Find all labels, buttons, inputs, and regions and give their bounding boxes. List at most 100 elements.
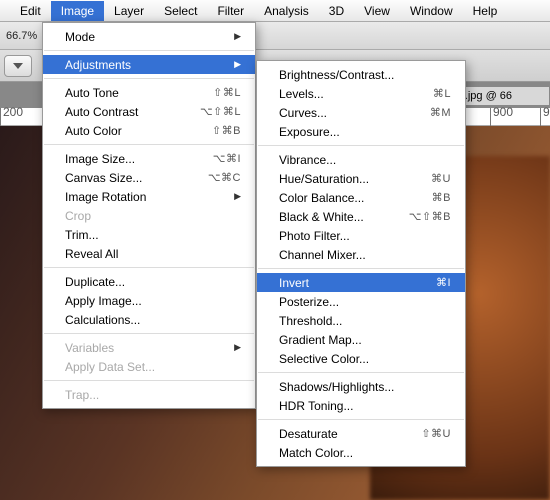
option-dropdown-button[interactable] bbox=[4, 55, 32, 77]
menu-item-label: Hue/Saturation... bbox=[279, 172, 407, 186]
menu-item-photo-filter[interactable]: Photo Filter... bbox=[257, 226, 465, 245]
menu-item-shortcut: ⇧⌘L bbox=[189, 86, 241, 99]
menu-item-color-balance[interactable]: Color Balance...⌘B bbox=[257, 188, 465, 207]
menu-item-label: Invert bbox=[279, 276, 412, 290]
menu-separator bbox=[44, 380, 254, 381]
menu-item-label: Selective Color... bbox=[279, 352, 451, 366]
menu-image[interactable]: Image bbox=[51, 1, 104, 21]
menubar: EditImageLayerSelectFilterAnalysis3DView… bbox=[0, 0, 550, 22]
menu-item-brightness-contrast[interactable]: Brightness/Contrast... bbox=[257, 65, 465, 84]
menu-item-label: Image Size... bbox=[65, 152, 189, 166]
menu-item-posterize[interactable]: Posterize... bbox=[257, 292, 465, 311]
menu-item-label: Auto Color bbox=[65, 124, 188, 138]
menu-item-label: Auto Tone bbox=[65, 86, 189, 100]
menu-item-label: Shadows/Highlights... bbox=[279, 380, 451, 394]
submenu-arrow-icon: ▶ bbox=[210, 191, 241, 202]
menu-item-trim[interactable]: Trim... bbox=[43, 225, 255, 244]
menu-select[interactable]: Select bbox=[154, 1, 207, 21]
menu-help[interactable]: Help bbox=[463, 1, 508, 21]
menu-separator bbox=[258, 145, 464, 146]
submenu-arrow-icon: ▶ bbox=[210, 59, 241, 70]
menu-item-label: Gradient Map... bbox=[279, 333, 451, 347]
menu-item-image-rotation[interactable]: Image Rotation▶ bbox=[43, 187, 255, 206]
menu-item-shortcut: ⌘U bbox=[407, 172, 451, 185]
menu-item-label: Canvas Size... bbox=[65, 171, 184, 185]
menu-item-shortcut: ⌘I bbox=[412, 276, 451, 289]
menu-item-shortcut: ⌥⌘C bbox=[184, 171, 241, 184]
menu-item-auto-tone[interactable]: Auto Tone⇧⌘L bbox=[43, 83, 255, 102]
menu-item-match-color[interactable]: Match Color... bbox=[257, 443, 465, 462]
chevron-down-icon bbox=[13, 63, 23, 69]
menu-item-label: Trap... bbox=[65, 388, 241, 402]
menu-item-hue-saturation[interactable]: Hue/Saturation...⌘U bbox=[257, 169, 465, 188]
menu-item-label: Channel Mixer... bbox=[279, 248, 451, 262]
menu-item-calculations[interactable]: Calculations... bbox=[43, 310, 255, 329]
menu-item-reveal-all[interactable]: Reveal All bbox=[43, 244, 255, 263]
menu-item-channel-mixer[interactable]: Channel Mixer... bbox=[257, 245, 465, 264]
menu-item-invert[interactable]: Invert⌘I bbox=[257, 273, 465, 292]
menu-item-shortcut: ⌘B bbox=[408, 191, 451, 204]
menu-item-crop: Crop bbox=[43, 206, 255, 225]
menu-item-trap: Trap... bbox=[43, 385, 255, 404]
menu-item-gradient-map[interactable]: Gradient Map... bbox=[257, 330, 465, 349]
menu-item-image-size[interactable]: Image Size...⌥⌘I bbox=[43, 149, 255, 168]
ruler-tick: 950 bbox=[540, 108, 550, 126]
menu-item-exposure[interactable]: Exposure... bbox=[257, 122, 465, 141]
menu-item-threshold[interactable]: Threshold... bbox=[257, 311, 465, 330]
menu-item-label: Desaturate bbox=[279, 427, 397, 441]
menu-separator bbox=[258, 268, 464, 269]
menu-item-apply-image[interactable]: Apply Image... bbox=[43, 291, 255, 310]
menu-item-label: Variables bbox=[65, 341, 210, 355]
menu-item-shortcut: ⇧⌘B bbox=[188, 124, 241, 137]
menu-item-label: Duplicate... bbox=[65, 275, 241, 289]
menu-item-auto-color[interactable]: Auto Color⇧⌘B bbox=[43, 121, 255, 140]
menu-item-shortcut: ⌥⇧⌘L bbox=[176, 105, 241, 118]
menu-analysis[interactable]: Analysis bbox=[254, 1, 319, 21]
menu-item-duplicate[interactable]: Duplicate... bbox=[43, 272, 255, 291]
adjustments-submenu: Brightness/Contrast...Levels...⌘LCurves.… bbox=[256, 60, 466, 467]
menu-item-label: Photo Filter... bbox=[279, 229, 451, 243]
menu-separator bbox=[258, 372, 464, 373]
menu-item-canvas-size[interactable]: Canvas Size...⌥⌘C bbox=[43, 168, 255, 187]
menu-window[interactable]: Window bbox=[400, 1, 463, 21]
menu-item-curves[interactable]: Curves...⌘M bbox=[257, 103, 465, 122]
menu-item-label: Black & White... bbox=[279, 210, 385, 224]
menu-item-adjustments[interactable]: Adjustments▶ bbox=[43, 55, 255, 74]
menu-separator bbox=[44, 333, 254, 334]
menu-item-mode[interactable]: Mode▶ bbox=[43, 27, 255, 46]
menu-separator bbox=[258, 419, 464, 420]
menu-item-label: Match Color... bbox=[279, 446, 451, 460]
menu-filter[interactable]: Filter bbox=[207, 1, 254, 21]
menu-layer[interactable]: Layer bbox=[104, 1, 154, 21]
menu-view[interactable]: View bbox=[354, 1, 400, 21]
menu-item-levels[interactable]: Levels...⌘L bbox=[257, 84, 465, 103]
menu-item-label: Calculations... bbox=[65, 313, 241, 327]
menu-separator bbox=[44, 78, 254, 79]
menu-item-label: Exposure... bbox=[279, 125, 451, 139]
menu-item-label: Crop bbox=[65, 209, 241, 223]
menu-item-vibrance[interactable]: Vibrance... bbox=[257, 150, 465, 169]
menu-item-desaturate[interactable]: Desaturate⇧⌘U bbox=[257, 424, 465, 443]
menu-item-label: Reveal All bbox=[65, 247, 241, 261]
menu-item-shortcut: ⌘L bbox=[409, 87, 451, 100]
menu-item-label: Mode bbox=[65, 30, 210, 44]
menu-item-black-white[interactable]: Black & White...⌥⇧⌘B bbox=[257, 207, 465, 226]
menu-item-label: Image Rotation bbox=[65, 190, 210, 204]
menu-item-selective-color[interactable]: Selective Color... bbox=[257, 349, 465, 368]
menu-item-hdr-toning[interactable]: HDR Toning... bbox=[257, 396, 465, 415]
menu-item-label: Trim... bbox=[65, 228, 241, 242]
submenu-arrow-icon: ▶ bbox=[210, 31, 241, 42]
menu-item-label: Apply Data Set... bbox=[65, 360, 241, 374]
menu-3d[interactable]: 3D bbox=[319, 1, 354, 21]
menu-item-shortcut: ⌥⌘I bbox=[189, 152, 241, 165]
menu-item-label: Threshold... bbox=[279, 314, 451, 328]
menu-edit[interactable]: Edit bbox=[10, 1, 51, 21]
image-menu: Mode▶Adjustments▶Auto Tone⇧⌘LAuto Contra… bbox=[42, 22, 256, 409]
menu-item-shortcut: ⌘M bbox=[406, 106, 451, 119]
menu-item-label: Levels... bbox=[279, 87, 409, 101]
menu-item-apply-data-set: Apply Data Set... bbox=[43, 357, 255, 376]
menu-separator bbox=[44, 267, 254, 268]
menu-item-auto-contrast[interactable]: Auto Contrast⌥⇧⌘L bbox=[43, 102, 255, 121]
menu-item-shadows-highlights[interactable]: Shadows/Highlights... bbox=[257, 377, 465, 396]
menu-item-label: Adjustments bbox=[65, 58, 210, 72]
